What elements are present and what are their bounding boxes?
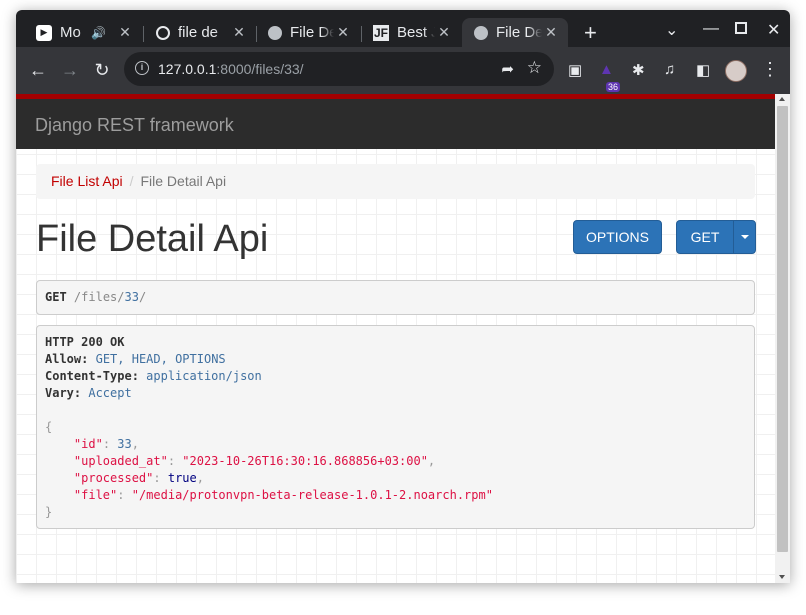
browser-toolbar: ← → ↻ i 127.0.0.1:8000/files/33/ ➦ ☆ ▣ ▲… xyxy=(16,47,790,94)
tab-title: File De xyxy=(496,24,542,41)
tab-title: File De xyxy=(290,24,334,41)
extension-window-icon[interactable]: ▣ xyxy=(568,61,582,79)
top-navbar: Django REST framework xyxy=(16,99,775,149)
breadcrumb: File List Api / File Detail Api xyxy=(36,164,755,199)
header-value: GET, HEAD, OPTIONS xyxy=(95,352,226,366)
get-button[interactable]: GET xyxy=(676,220,734,254)
request-info: GET /files/33/ xyxy=(36,280,755,315)
speaker-icon[interactable]: 🔊 xyxy=(91,26,106,40)
bookmark-star-icon[interactable]: ☆ xyxy=(527,58,542,78)
vertical-scrollbar[interactable] xyxy=(775,94,790,583)
profile-avatar[interactable] xyxy=(725,60,747,82)
address-bar[interactable]: i 127.0.0.1:8000/files/33/ ➦ ☆ xyxy=(124,52,554,86)
request-method: GET xyxy=(45,290,67,304)
json-key: "uploaded_at" xyxy=(73,454,168,468)
extension-badge: 36 xyxy=(606,82,621,92)
new-tab-button[interactable]: + xyxy=(584,22,597,44)
close-tab-icon[interactable]: ✕ xyxy=(116,24,134,41)
header-key: Content-Type: xyxy=(45,369,139,383)
play-icon: ▶ xyxy=(36,24,52,41)
header-value: Accept xyxy=(88,386,132,400)
jf-icon: JF xyxy=(373,24,389,41)
json-key: "processed" xyxy=(73,471,154,485)
tab-music[interactable]: ▶ Mo 🔊 ✕ xyxy=(24,18,142,47)
forward-icon[interactable]: → xyxy=(59,59,81,81)
scroll-up-icon[interactable] xyxy=(779,97,785,101)
breadcrumb-separator: / xyxy=(129,173,134,189)
json-value: "2023-10-26T16:30:16.868856+03:00" xyxy=(182,454,428,468)
json-key: "id" xyxy=(73,437,103,451)
extension-graduation-icon[interactable]: ▲ xyxy=(599,61,614,78)
response-status: HTTP 200 OK xyxy=(45,335,125,349)
url-text[interactable]: 127.0.0.1:8000/files/33/ xyxy=(158,61,304,77)
tab-title: file de xyxy=(178,24,219,41)
breadcrumb-current: File Detail Api xyxy=(140,173,227,189)
browser-window: ▶ Mo 🔊 ✕ file de ✕ File De ✕ JF Best JS … xyxy=(16,10,790,583)
close-tab-icon[interactable]: ✕ xyxy=(435,24,453,41)
tab-best-js[interactable]: JF Best JS ✕ xyxy=(361,18,461,47)
tab-title: Mo xyxy=(60,24,81,41)
side-panel-icon[interactable]: ◧ xyxy=(696,61,710,79)
site-info-icon[interactable]: i xyxy=(135,61,149,75)
json-value: "/media/protonvpn-beta-release-1.0.1-2.n… xyxy=(131,488,493,502)
caret-down-icon xyxy=(740,235,749,239)
globe-icon xyxy=(268,25,282,40)
response-info: HTTP 200 OK Allow: GET, HEAD, OPTIONS Co… xyxy=(36,325,755,529)
extensions-puzzle-icon[interactable]: ✱ xyxy=(632,61,645,79)
reload-icon[interactable]: ↻ xyxy=(91,59,113,81)
close-window-icon[interactable]: ✕ xyxy=(767,20,780,40)
tab-file-detail-active[interactable]: File De ✕ xyxy=(462,18,568,47)
page-viewport: Django REST framework File List Api / File… xyxy=(16,94,790,583)
scrollbar-thumb[interactable] xyxy=(777,106,788,552)
minimize-icon[interactable]: — xyxy=(703,20,719,38)
tab-file-detail-1[interactable]: File De ✕ xyxy=(256,18,360,47)
tab-github[interactable]: file de ✕ xyxy=(144,18,256,47)
menu-icon[interactable]: ⋮ xyxy=(761,59,779,80)
header-key: Allow: xyxy=(45,352,89,366)
media-controls-icon[interactable]: ♫ xyxy=(664,61,675,78)
header-key: Vary: xyxy=(45,386,82,400)
page-title: File Detail Api xyxy=(36,218,269,260)
header-value: application/json xyxy=(146,369,262,383)
options-button[interactable]: OPTIONS xyxy=(573,220,662,254)
request-path-suffix: / xyxy=(138,290,147,304)
globe-icon xyxy=(474,25,488,40)
brand-link[interactable]: Django REST framework xyxy=(35,115,234,136)
tab-title: Best JS xyxy=(397,24,435,41)
json-value: 33 xyxy=(117,437,132,451)
close-tab-icon[interactable]: ✕ xyxy=(542,24,560,41)
json-value: true xyxy=(167,471,197,485)
maximize-icon[interactable] xyxy=(735,22,747,34)
breadcrumb-parent-link[interactable]: File List Api xyxy=(51,173,123,189)
github-icon xyxy=(156,25,170,40)
back-icon[interactable]: ← xyxy=(27,59,49,81)
scroll-down-icon[interactable] xyxy=(779,575,785,579)
tab-search-icon[interactable]: ⌄ xyxy=(665,20,678,40)
close-tab-icon[interactable]: ✕ xyxy=(230,24,248,41)
share-icon[interactable]: ➦ xyxy=(501,60,514,78)
tab-strip: ▶ Mo 🔊 ✕ file de ✕ File De ✕ JF Best JS … xyxy=(16,10,790,47)
json-key: "file" xyxy=(73,488,118,502)
request-path-prefix: /files/ xyxy=(73,290,125,304)
request-path-id: 33 xyxy=(124,290,139,304)
close-tab-icon[interactable]: ✕ xyxy=(334,24,352,41)
get-format-dropdown[interactable] xyxy=(733,220,756,254)
